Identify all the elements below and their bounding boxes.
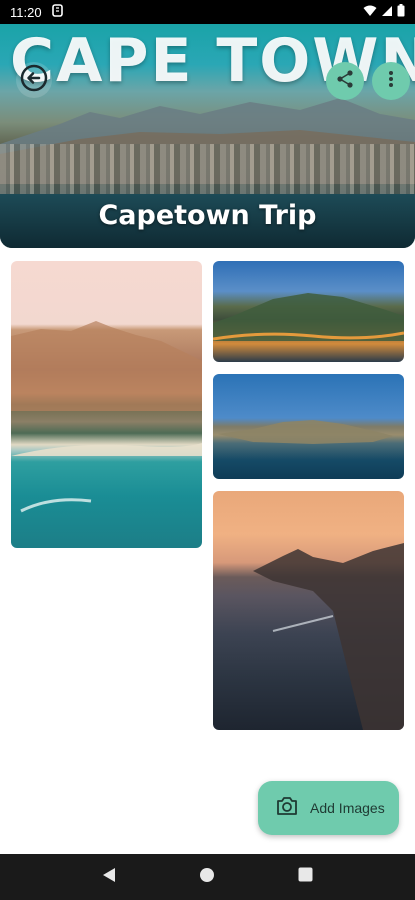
coastline-sunset-photo[interactable]: [213, 491, 404, 730]
status-left: 11:20: [10, 4, 63, 20]
system-nav-bar: [0, 854, 415, 900]
beach-mountains-photo-art: [11, 321, 202, 513]
back-arrow-icon: [20, 64, 48, 97]
add-images-label: Add Images: [310, 800, 385, 816]
table-mountain-aerial-photo[interactable]: [213, 261, 404, 362]
nav-back-icon: [102, 867, 116, 888]
nav-back-button[interactable]: [89, 857, 129, 897]
more-options-button[interactable]: [372, 62, 410, 100]
coastline-sunset-photo-art: [253, 543, 404, 730]
status-time: 11:20: [10, 4, 42, 20]
wifi-icon: [363, 5, 377, 20]
add-images-button[interactable]: Add Images: [258, 781, 399, 835]
back-button[interactable]: [16, 62, 52, 98]
status-right: [363, 4, 405, 20]
nav-home-icon: [199, 867, 215, 888]
battery-icon: [397, 4, 405, 20]
nav-recents-icon: [298, 867, 313, 887]
nav-home-button[interactable]: [187, 857, 227, 897]
nav-recents-button[interactable]: [286, 857, 326, 897]
status-bar: 11:20: [0, 0, 415, 24]
city-bay-photo[interactable]: [213, 374, 404, 479]
signal-icon: [381, 5, 393, 20]
camera-icon: [276, 796, 298, 821]
table-mountain-aerial-photo-art: [213, 293, 404, 341]
hero-header: CAPE TOWN Capetown Trip: [0, 24, 415, 248]
beach-mountains-photo[interactable]: [11, 261, 202, 548]
more-vert-icon: [388, 70, 394, 93]
city-bay-photo-art: [218, 420, 393, 444]
share-icon: [335, 69, 355, 94]
notification-icon: [51, 4, 63, 20]
page-title: Capetown Trip: [98, 200, 317, 231]
share-button[interactable]: [326, 62, 364, 100]
